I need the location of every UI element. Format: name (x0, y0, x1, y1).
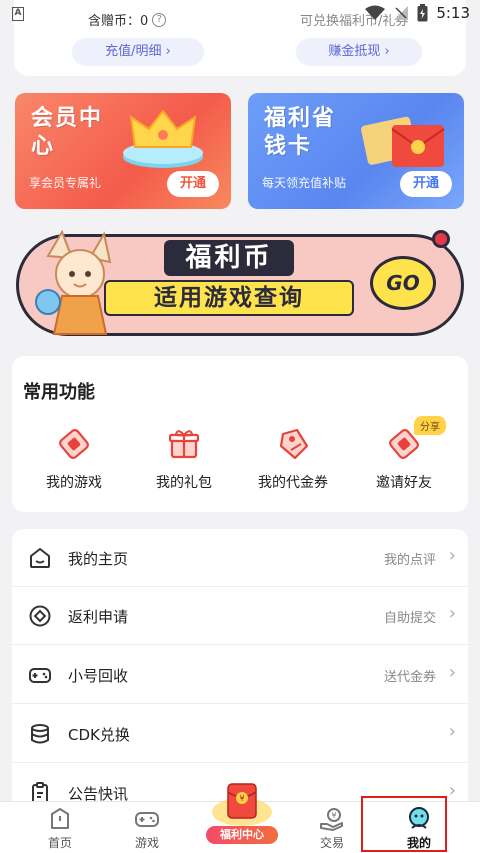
my-games-button[interactable]: 我的游戏 (24, 424, 124, 492)
share-badge: 分享 (414, 416, 446, 435)
vip-center-card[interactable]: 会员中心 享会员专属礼 开通 (15, 93, 231, 209)
battery-charging-icon (417, 4, 428, 22)
vip-center-title: 会员中心 (31, 106, 104, 159)
nav-trade-label: 交易 (319, 836, 344, 850)
banner-go-button[interactable]: GO (370, 256, 436, 310)
list-item-cdk[interactable]: CDK兑换 › (12, 705, 468, 763)
banner-subtitle: 适用游戏查询 (104, 280, 354, 316)
my-games-label: 我的游戏 (46, 475, 102, 491)
common-functions-title: 常用功能 (23, 382, 95, 403)
my-gifts-button[interactable]: 我的礼包 (134, 424, 234, 492)
my-vouchers-label: 我的代金券 (258, 475, 328, 491)
list-label: 小号回收 (68, 667, 129, 685)
list-label: CDK兑换 (68, 726, 130, 744)
gamepad-icon (29, 668, 51, 683)
list-item-my-homepage[interactable]: 我的主页 我的点评 › (12, 529, 468, 587)
chevron-right-icon: › (448, 662, 456, 683)
rebate-icon (29, 605, 51, 627)
gift-icon (168, 430, 200, 459)
status-bar: A 5:13 (0, 0, 480, 30)
game-ticket-icon (59, 429, 89, 459)
list-item-account-recycle[interactable]: 小号回收 送代金券 › (12, 646, 468, 704)
chevron-right-icon: › (448, 603, 456, 624)
svg-text:¥: ¥ (239, 794, 244, 803)
database-icon (31, 724, 49, 744)
red-envelope-icon (361, 116, 445, 167)
common-functions-card: 常用功能 我的游戏 我的礼包 我的代金券 邀请好友 分享 (12, 356, 468, 512)
svg-text:¥: ¥ (331, 811, 336, 820)
chevron-right-icon: › (448, 780, 456, 801)
vip-open-button[interactable]: 开通 (167, 171, 219, 197)
earn-cash-button[interactable]: 赚金抵现 › (296, 38, 422, 66)
welfare-coin-banner[interactable]: 福利币 适用游戏查询 GO (14, 226, 466, 340)
saving-open-button[interactable]: 开通 (400, 171, 452, 197)
banner-dot (432, 230, 450, 248)
nav-welfare-center[interactable]: ¥ 福利中心 (206, 778, 278, 844)
saving-card[interactable]: 福利省钱卡 每天领充值补贴 开通 (248, 93, 464, 209)
clock: 5:13 (436, 4, 470, 22)
invite-friends-label: 邀请好友 (376, 475, 432, 491)
my-gifts-label: 我的礼包 (156, 475, 212, 491)
list-label: 返利申请 (68, 608, 129, 626)
app-notification-icon: A (12, 7, 24, 21)
nav-profile-label: 我的 (406, 836, 431, 850)
nav-games-label: 游戏 (134, 836, 159, 850)
crown-icon (123, 109, 203, 168)
nav-profile[interactable]: 我的 (371, 802, 467, 853)
list-hint: 送代金券 (383, 670, 436, 685)
invite-friends-button[interactable]: 邀请好友 分享 (354, 416, 454, 492)
trade-icon: ¥ (320, 808, 343, 831)
list-hint: 自助提交 (383, 611, 436, 626)
list-label: 我的主页 (68, 550, 129, 568)
voucher-tag-icon (279, 428, 309, 460)
nav-home-label: 首页 (47, 836, 72, 850)
chevron-right-icon: › (448, 545, 456, 566)
welfare-center-label: 福利中心 (206, 826, 278, 844)
recharge-details-button[interactable]: 充值/明细 › (72, 38, 204, 66)
welfare-center-icon: ¥ (212, 783, 272, 826)
my-vouchers-button[interactable]: 我的代金券 (243, 424, 343, 492)
vip-center-subtitle: 享会员专属礼 (29, 176, 102, 190)
nav-games[interactable]: 游戏 (99, 802, 195, 853)
gamepad-nav-icon (135, 812, 159, 827)
wifi-icon (365, 5, 386, 20)
nav-trade[interactable]: ¥ 交易 (284, 802, 380, 853)
list-item-rebate[interactable]: 返利申请 自助提交 › (12, 587, 468, 645)
list-hint: 我的点评 (383, 553, 436, 568)
chevron-right-icon: › (448, 721, 456, 742)
home-icon (30, 548, 50, 568)
home-nav-icon (51, 808, 69, 829)
nav-home[interactable]: 首页 (12, 802, 108, 853)
banner-title: 福利币 (164, 240, 294, 276)
signal-off-icon (394, 6, 409, 20)
profile-icon (409, 807, 429, 829)
saving-card-title: 福利省钱卡 (264, 106, 337, 159)
saving-card-subtitle: 每天领充值补贴 (262, 176, 347, 190)
